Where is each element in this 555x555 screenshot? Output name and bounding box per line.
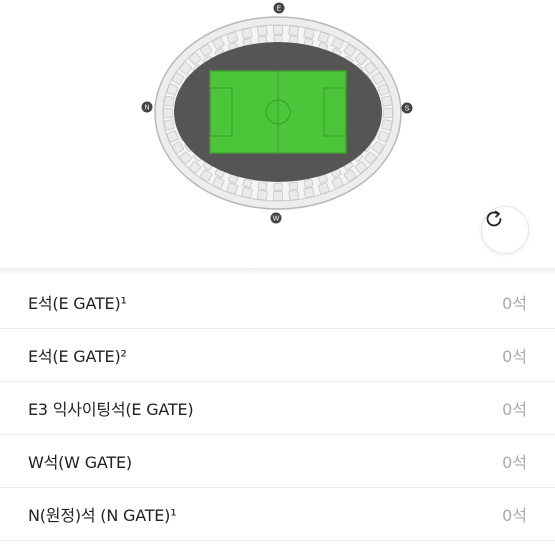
seat-block[interactable] [257, 189, 268, 201]
section-name: E석(E GATE)¹ [28, 294, 127, 313]
section-divider [0, 268, 555, 276]
section-row[interactable]: N(원정)석 (N GATE)¹ 0석 [0, 488, 555, 541]
seat-block[interactable] [163, 119, 175, 131]
seat-block[interactable] [241, 187, 253, 199]
section-row[interactable]: E3 익사이팅석(E GATE) 0석 [0, 382, 555, 435]
section-seat-count: 0석 [502, 347, 527, 366]
seat-block[interactable] [273, 25, 283, 35]
refresh-button[interactable] [481, 206, 529, 254]
stadium-map[interactable]: E W N S [0, 0, 555, 268]
section-row[interactable]: E석(E GATE)¹ 0석 [0, 276, 555, 329]
seat-block[interactable] [288, 181, 299, 191]
seat-block[interactable] [241, 27, 253, 39]
gate-marker-e[interactable]: E [273, 2, 285, 14]
section-name: E석(E GATE)² [28, 347, 127, 366]
seat-block[interactable] [273, 183, 283, 191]
seat-block[interactable] [273, 191, 283, 201]
stadium-map-graphic: E W N S [141, 2, 413, 224]
svg-text:E: E [277, 6, 282, 13]
section-seat-count: 0석 [502, 400, 527, 419]
seat-block[interactable] [242, 178, 253, 188]
seat-block[interactable] [303, 27, 315, 39]
gate-marker-n[interactable]: N [141, 101, 153, 113]
svg-text:W: W [273, 216, 280, 223]
svg-text:N: N [144, 105, 149, 112]
section-row[interactable]: E석(E GATE)² 0석 [0, 329, 555, 382]
seat-block[interactable] [381, 119, 393, 131]
section-name: W석(W GATE) [28, 453, 132, 472]
section-name: N(원정)석 (N GATE)¹ [28, 506, 177, 525]
section-row[interactable]: W석(W GATE) 0석 [0, 435, 555, 488]
refresh-icon [486, 210, 502, 227]
seat-block[interactable] [257, 181, 268, 191]
gate-marker-w[interactable]: W [270, 212, 282, 224]
section-seat-count: 0석 [502, 453, 527, 472]
seat-block[interactable] [381, 95, 393, 107]
section-name: E3 익사이팅석(E GATE) [28, 400, 194, 419]
section-seat-count: 0석 [502, 294, 527, 313]
seat-block[interactable] [257, 25, 268, 37]
seat-block[interactable] [288, 189, 299, 201]
seat-block[interactable] [163, 108, 173, 118]
seat-block[interactable] [303, 178, 314, 188]
gate-marker-s[interactable]: S [401, 102, 413, 114]
seat-block[interactable] [288, 25, 299, 37]
seat-block[interactable] [273, 35, 283, 43]
seat-block[interactable] [303, 187, 315, 199]
seat-block[interactable] [163, 95, 175, 107]
svg-text:S: S [405, 106, 410, 113]
seat-block[interactable] [383, 108, 393, 118]
section-list: E석(E GATE)¹ 0석 E석(E GATE)² 0석 E3 익사이팅석(E… [0, 276, 555, 541]
section-seat-count: 0석 [502, 506, 527, 525]
